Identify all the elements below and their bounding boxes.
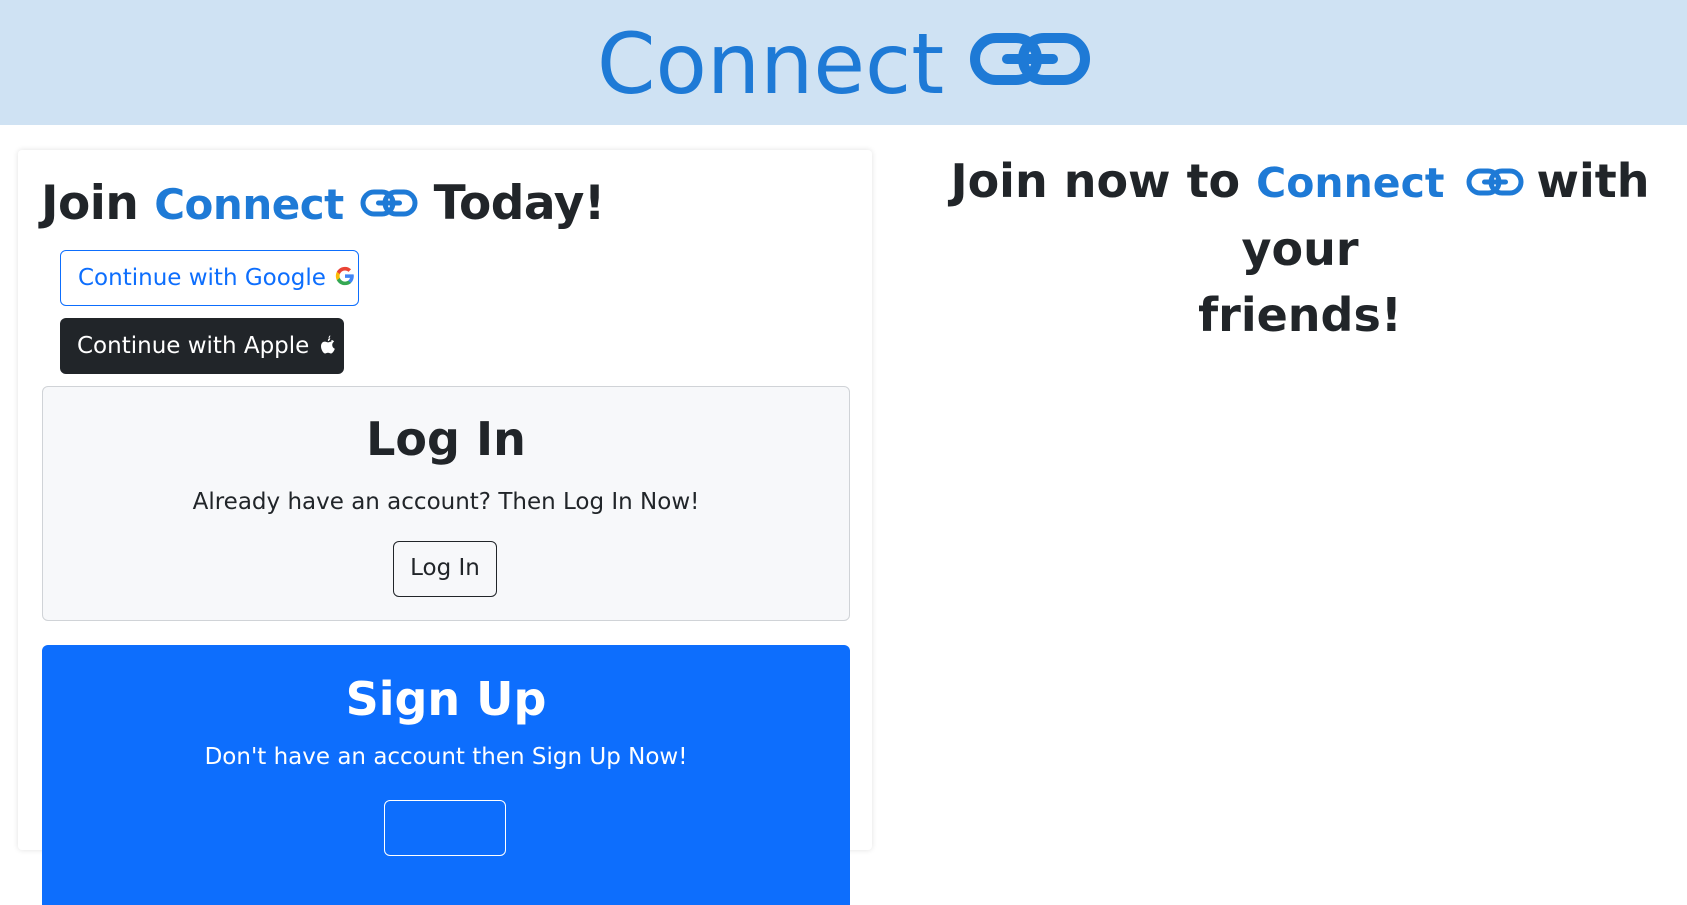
join-prefix: Join — [41, 176, 139, 231]
link-icon — [1465, 167, 1525, 197]
apple-icon — [319, 333, 337, 360]
link-icon — [360, 188, 418, 218]
login-title: Log In — [366, 412, 526, 466]
apple-button-label: Continue with Apple — [77, 333, 310, 359]
google-button-label: Continue with Google — [78, 265, 326, 291]
signup-panel: Sign Up Don't have an account then Sign … — [42, 645, 850, 905]
hero-prefix: Join now to — [950, 154, 1241, 208]
login-panel: Log In Already have an account? Then Log… — [42, 386, 850, 621]
signup-button[interactable] — [384, 800, 506, 856]
signup-title: Sign Up — [345, 672, 547, 726]
join-card: Join Connect Today! Continue with Google… — [18, 150, 872, 905]
google-signin-button[interactable]: Continue with Google — [60, 250, 359, 306]
brand-name: Connect — [596, 15, 945, 113]
link-icon — [970, 30, 1091, 88]
hero-heading: Join now to Connect with your friends! — [900, 148, 1687, 348]
hero-brand: Connect — [1256, 159, 1445, 207]
brand-logo[interactable]: Connect — [0, 14, 1687, 114]
join-brand: Connect — [154, 180, 344, 229]
join-suffix: Today! — [433, 176, 606, 231]
apple-signin-button[interactable]: Continue with Apple — [60, 318, 344, 374]
login-button[interactable]: Log In — [393, 541, 497, 597]
hero-line2: friends! — [1198, 288, 1402, 342]
signup-subtitle: Don't have an account then Sign Up Now! — [204, 744, 688, 770]
join-heading: Join Connect Today! — [41, 170, 605, 239]
login-subtitle: Already have an account? Then Log In Now… — [192, 489, 700, 515]
google-icon — [334, 265, 356, 292]
site-header: Connect — [0, 0, 1687, 125]
